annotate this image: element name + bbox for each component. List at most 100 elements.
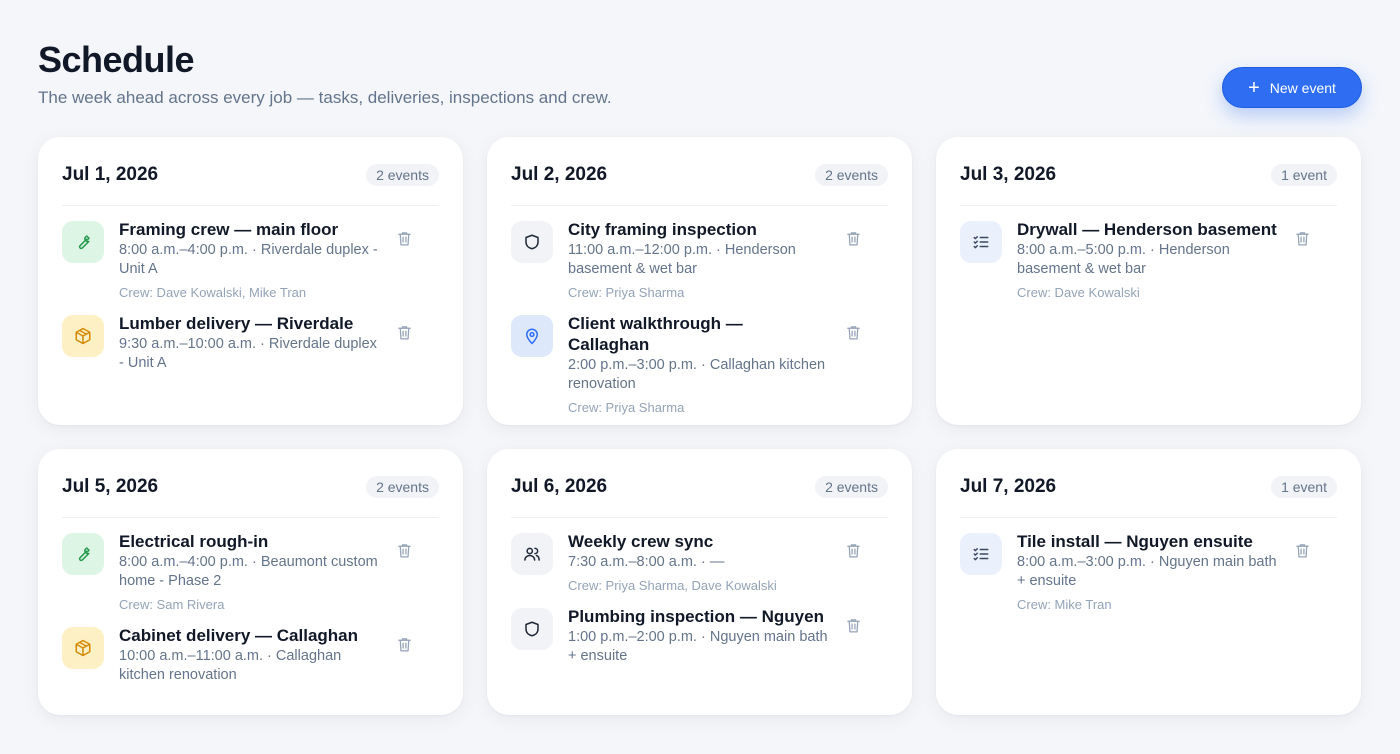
event-detail: 2:00 p.m.–3:00 p.m. · Callaghan kitchen … (568, 357, 826, 392)
event-body: Client walkthrough — Callaghan 2:00 p.m.–… (568, 313, 828, 416)
delete-event-button[interactable] (1291, 539, 1313, 561)
event-body: Weekly crew sync 7:30 a.m.–8:00 a.m. · — C… (568, 531, 828, 594)
day-date: Jul 7, 2026 (960, 476, 1057, 497)
event-count-badge: 2 events (815, 164, 888, 186)
event-title: Tile install — Nguyen ensuite (1017, 532, 1253, 551)
event-item[interactable]: Drywall — Henderson basement 8:00 a.m.–5:… (960, 219, 1337, 301)
delete-event-button[interactable] (842, 539, 864, 561)
event-list: Framing crew — main floor 8:00 a.m.–4:00 … (62, 206, 439, 373)
event-body: Framing crew — main floor 8:00 a.m.–4:00 … (119, 219, 379, 301)
delete-event-button[interactable] (393, 321, 415, 343)
event-item[interactable]: Weekly crew sync 7:30 a.m.–8:00 a.m. · — C… (511, 531, 888, 594)
new-event-label: New event (1269, 79, 1336, 96)
day-card-header: Jul 3, 2026 1 event (960, 137, 1337, 206)
event-item[interactable]: Plumbing inspection — Nguyen 1:00 p.m.–2:… (511, 606, 888, 666)
shield-icon (511, 221, 553, 263)
event-title: Framing crew — main floor (119, 220, 339, 239)
event-item[interactable]: Cabinet delivery — Callaghan 10:00 a.m.–1… (62, 625, 439, 685)
wrench-icon (62, 221, 104, 263)
delete-event-button[interactable] (842, 321, 864, 343)
box-icon (62, 315, 104, 357)
day-card-header: Jul 7, 2026 1 event (960, 449, 1337, 518)
event-crew: Crew: Dave Kowalski (1017, 285, 1140, 300)
trash-icon (396, 542, 413, 559)
trash-icon (396, 324, 413, 341)
trash-icon (845, 324, 862, 341)
day-card: Jul 3, 2026 1 event Drywall — Henderson ba… (936, 137, 1361, 425)
event-detail: 7:30 a.m.–8:00 a.m. · — (568, 554, 725, 570)
trash-icon (1294, 230, 1311, 247)
event-list: City framing inspection 11:00 a.m.–12:00 … (511, 206, 888, 416)
event-item[interactable]: Client walkthrough — Callaghan 2:00 p.m.–… (511, 313, 888, 416)
event-crew: Crew: Mike Tran (1017, 597, 1112, 612)
event-body: Plumbing inspection — Nguyen 1:00 p.m.–2:… (568, 606, 828, 666)
event-count-badge: 2 events (366, 164, 439, 186)
event-item[interactable]: Lumber delivery — Riverdale 9:30 a.m.–10:… (62, 313, 439, 373)
event-crew: Crew: Dave Kowalski, Mike Tran (119, 285, 307, 300)
delete-event-button[interactable] (842, 227, 864, 249)
event-list: Electrical rough-in 8:00 a.m.–4:00 p.m. ·… (62, 518, 439, 685)
schedule-grid: Jul 1, 2026 2 events Framing crew — main f… (38, 137, 1361, 715)
delete-event-button[interactable] (1291, 227, 1313, 249)
day-card-header: Jul 1, 2026 2 events (62, 137, 439, 206)
event-list: Weekly crew sync 7:30 a.m.–8:00 a.m. · — C… (511, 518, 888, 666)
event-item[interactable]: Framing crew — main floor 8:00 a.m.–4:00 … (62, 219, 439, 301)
trash-icon (845, 230, 862, 247)
event-title: Cabinet delivery — Callaghan (119, 626, 359, 645)
event-item[interactable]: City framing inspection 11:00 a.m.–12:00 … (511, 219, 888, 301)
event-count-badge: 1 event (1271, 476, 1337, 498)
checklist-icon (960, 533, 1002, 575)
event-body: Electrical rough-in 8:00 a.m.–4:00 p.m. ·… (119, 531, 379, 613)
event-title: Drywall — Henderson basement (1017, 220, 1277, 239)
delete-event-button[interactable] (842, 614, 864, 636)
event-detail: 8:00 a.m.–4:00 p.m. · Beaumont custom ho… (119, 554, 378, 589)
event-crew: Crew: Priya Sharma (568, 400, 685, 415)
event-count-badge: 2 events (366, 476, 439, 498)
page-title: Schedule (38, 39, 195, 80)
event-crew: Crew: Priya Sharma (568, 285, 685, 300)
event-title: Weekly crew sync (568, 532, 714, 551)
event-list: Tile install — Nguyen ensuite 8:00 a.m.–3… (960, 518, 1337, 613)
day-card: Jul 7, 2026 1 event Tile install — Nguyen … (936, 449, 1361, 715)
event-title: Electrical rough-in (119, 532, 269, 551)
event-title: Lumber delivery — Riverdale (119, 314, 354, 333)
event-detail: 8:00 a.m.–5:00 p.m. · Henderson basement… (1017, 242, 1230, 277)
event-body: City framing inspection 11:00 a.m.–12:00 … (568, 219, 828, 301)
delete-event-button[interactable] (393, 539, 415, 561)
event-item[interactable]: Tile install — Nguyen ensuite 8:00 a.m.–3… (960, 531, 1337, 613)
trash-icon (1294, 542, 1311, 559)
event-body: Lumber delivery — Riverdale 9:30 a.m.–10:… (119, 313, 379, 373)
day-date: Jul 5, 2026 (62, 476, 159, 497)
box-icon (62, 627, 104, 669)
trash-icon (845, 617, 862, 634)
trash-icon (845, 542, 862, 559)
delete-event-button[interactable] (393, 633, 415, 655)
shield-icon (511, 608, 553, 650)
checklist-icon (960, 221, 1002, 263)
day-date: Jul 2, 2026 (511, 164, 608, 185)
trash-icon (396, 636, 413, 653)
day-date: Jul 3, 2026 (960, 164, 1057, 185)
event-count-badge: 2 events (815, 476, 888, 498)
event-item[interactable]: Electrical rough-in 8:00 a.m.–4:00 p.m. ·… (62, 531, 439, 613)
event-title: City framing inspection (568, 220, 757, 239)
event-body: Tile install — Nguyen ensuite 8:00 a.m.–3… (1017, 531, 1277, 613)
event-detail: 1:00 p.m.–2:00 p.m. · Nguyen main bath +… (568, 629, 828, 664)
day-date: Jul 6, 2026 (511, 476, 608, 497)
event-detail: 10:00 a.m.–11:00 a.m. · Callaghan kitche… (119, 648, 342, 683)
users-icon (511, 533, 553, 575)
plus-icon: + (1248, 76, 1260, 99)
day-card: Jul 2, 2026 2 events City framing inspecti… (487, 137, 912, 425)
event-crew: Crew: Sam Rivera (119, 597, 225, 612)
day-card: Jul 5, 2026 2 events Electrical rough-in 8:… (38, 449, 463, 715)
delete-event-button[interactable] (393, 227, 415, 249)
day-card-header: Jul 2, 2026 2 events (511, 137, 888, 206)
new-event-button[interactable]: + New event (1222, 67, 1362, 108)
wrench-icon (62, 533, 104, 575)
event-body: Cabinet delivery — Callaghan 10:00 a.m.–1… (119, 625, 379, 685)
trash-icon (396, 230, 413, 247)
event-detail: 9:30 a.m.–10:00 a.m. · Riverdale duplex … (119, 336, 377, 371)
day-card: Jul 6, 2026 2 events Weekly crew sync 7:30 … (487, 449, 912, 715)
day-card: Jul 1, 2026 2 events Framing crew — main f… (38, 137, 463, 425)
map-pin-icon (511, 315, 553, 357)
